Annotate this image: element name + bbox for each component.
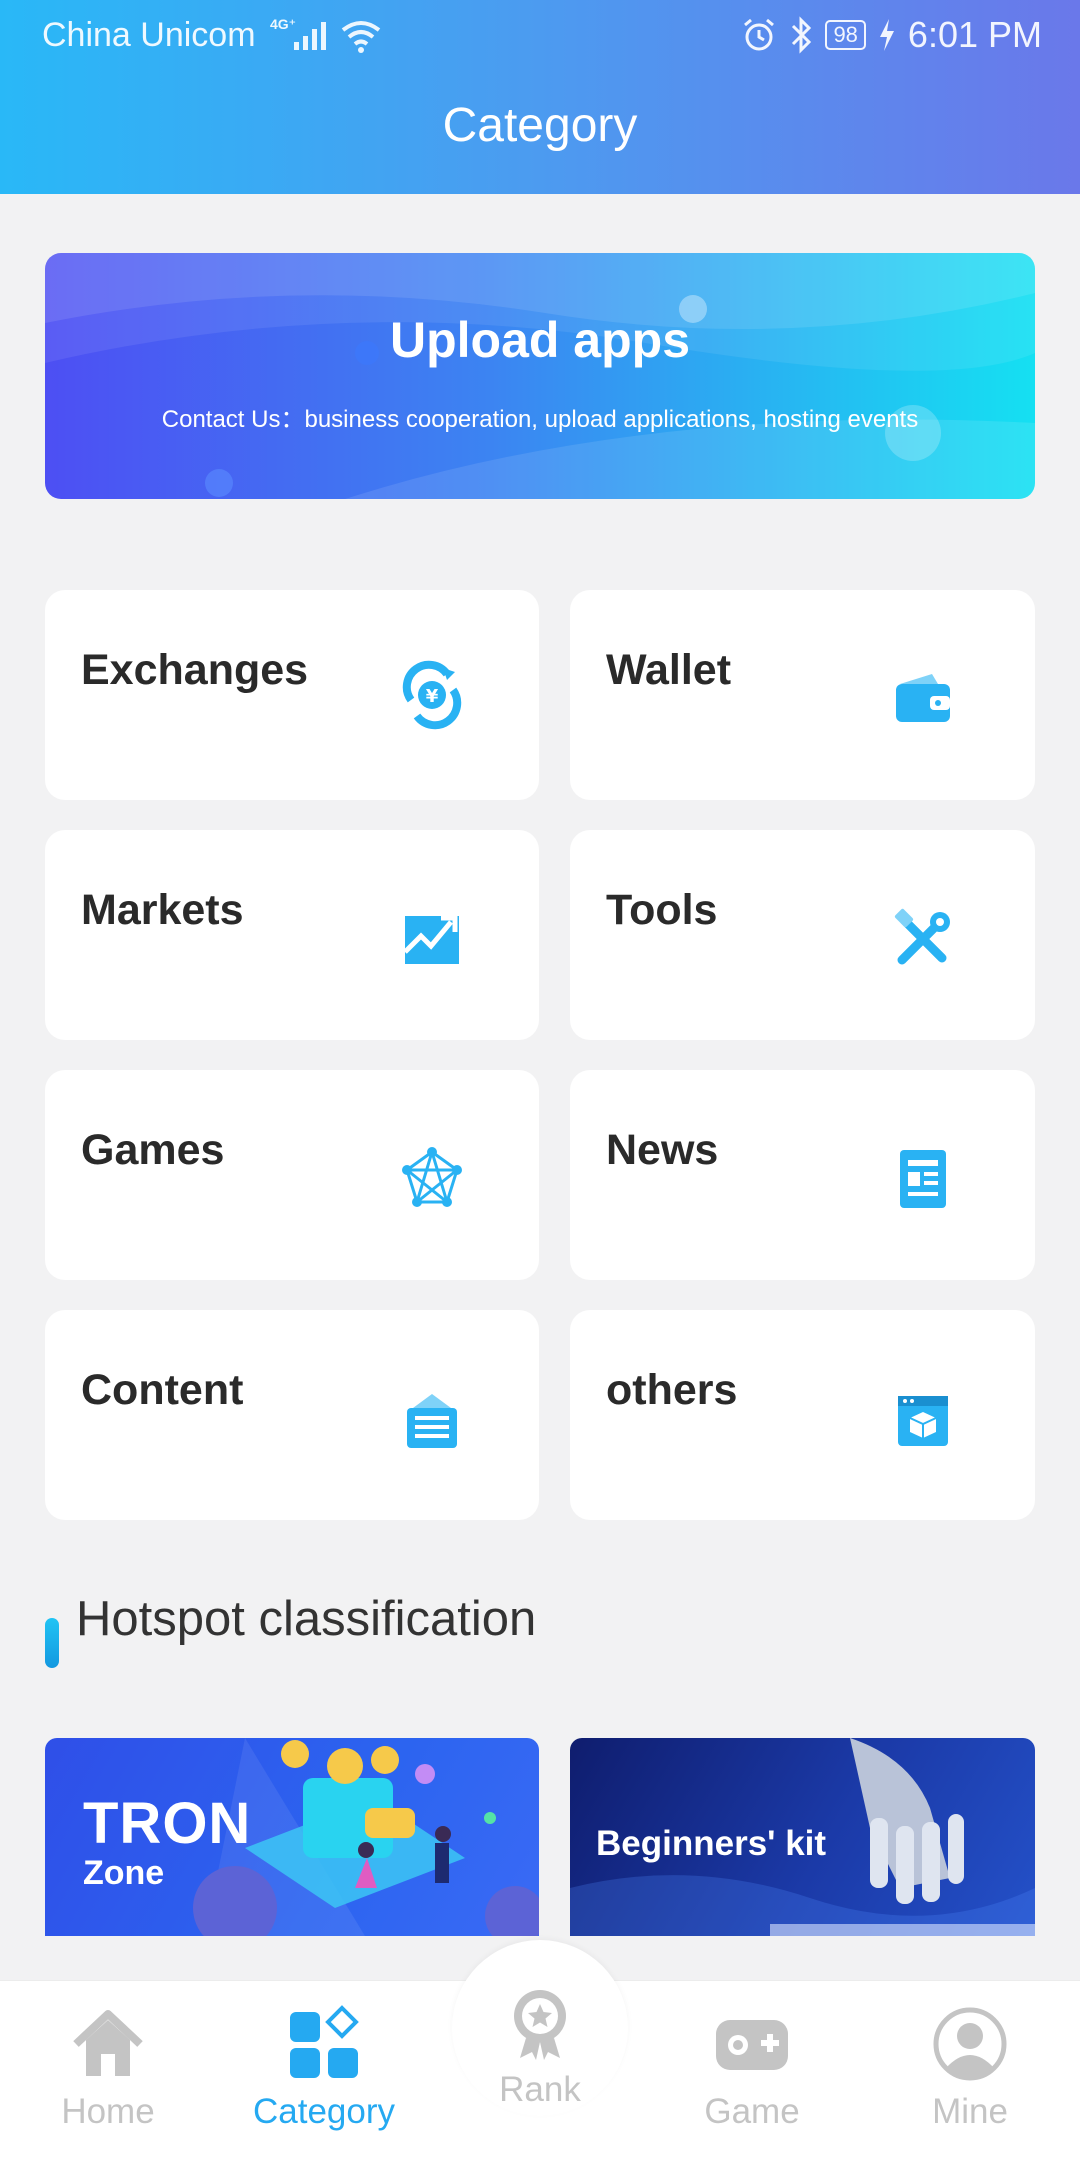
upload-apps-banner[interactable]: Upload apps Contact Us：business cooperat… bbox=[45, 253, 1035, 499]
home-icon bbox=[73, 2010, 143, 2076]
svg-text:¥: ¥ bbox=[426, 686, 439, 707]
market-chart-icon bbox=[403, 915, 459, 964]
nav-label: Category bbox=[252, 2092, 396, 2131]
category-label: Tools bbox=[606, 886, 718, 934]
promo-title: TRON bbox=[83, 1791, 252, 1856]
nav-home[interactable]: Home bbox=[18, 1980, 198, 2160]
banner-title: Upload apps bbox=[389, 312, 691, 368]
nav-label: Rank bbox=[499, 2070, 581, 2109]
category-label: Markets bbox=[81, 886, 244, 934]
section-accent-bar bbox=[45, 1618, 59, 1668]
nav-game[interactable]: Game bbox=[662, 1980, 842, 2160]
category-label: Content bbox=[81, 1366, 244, 1414]
category-card-others[interactable]: others bbox=[570, 1310, 1035, 1520]
page-title: Category bbox=[442, 99, 638, 152]
tron-zone-promo[interactable]: TRON Zone bbox=[45, 1738, 539, 1936]
category-card-wallet[interactable]: Wallet bbox=[570, 590, 1035, 800]
banner-subtitle: Contact Us：business cooperation, upload … bbox=[161, 406, 919, 433]
category-card-markets[interactable]: Markets bbox=[45, 830, 539, 1040]
status-right: 98 6:01 PM bbox=[741, 14, 1042, 56]
category-label: Wallet bbox=[606, 646, 732, 694]
charging-icon bbox=[879, 19, 894, 51]
wallet-icon bbox=[896, 674, 950, 722]
banner-decoration bbox=[45, 253, 1035, 499]
category-label: Games bbox=[81, 1126, 225, 1174]
wifi-icon bbox=[341, 21, 381, 53]
nav-label: Home bbox=[61, 2092, 155, 2131]
gamepad-icon bbox=[716, 2020, 788, 2070]
category-label: Exchanges bbox=[81, 646, 309, 694]
nav-label: Game bbox=[704, 2092, 800, 2131]
nav-mine[interactable]: Mine bbox=[880, 1980, 1060, 2160]
category-page: China Unicom 4G⁺ 98 6:01 PM Category Upl… bbox=[0, 0, 1080, 2160]
category-label: others bbox=[606, 1366, 738, 1414]
beginners-kit-promo[interactable]: Beginners' kit bbox=[570, 1738, 1035, 1936]
section-title: Hotspot classification bbox=[76, 1592, 537, 1646]
news-icon bbox=[900, 1150, 946, 1208]
network-games-icon bbox=[402, 1147, 462, 1207]
nav-label: Mine bbox=[932, 2092, 1008, 2131]
clock: 6:01 PM bbox=[907, 14, 1042, 55]
category-card-games[interactable]: Games bbox=[45, 1070, 539, 1280]
alarm-icon bbox=[744, 18, 775, 51]
category-card-tools[interactable]: Tools bbox=[570, 830, 1035, 1040]
status-bar: China Unicom 4G⁺ 98 6:01 PM bbox=[0, 0, 1080, 76]
nav-rank[interactable]: Rank bbox=[450, 1958, 630, 2138]
promo-subtitle: Zone bbox=[83, 1854, 165, 1892]
tools-icon bbox=[894, 908, 950, 965]
battery-level: 98 bbox=[825, 20, 866, 50]
user-icon bbox=[933, 2007, 1007, 2081]
carrier-name: China Unicom bbox=[42, 16, 256, 54]
content-list-icon bbox=[407, 1394, 457, 1448]
category-card-exchanges[interactable]: Exchanges ¥ bbox=[45, 590, 539, 800]
category-card-news[interactable]: News bbox=[570, 1070, 1035, 1280]
bluetooth-icon bbox=[792, 16, 812, 54]
app-header: China Unicom 4G⁺ 98 6:01 PM Category bbox=[0, 0, 1080, 194]
category-label: News bbox=[606, 1126, 719, 1174]
promo-title: Beginners' kit bbox=[596, 1824, 827, 1863]
others-box-icon bbox=[898, 1396, 948, 1446]
rank-medal-icon bbox=[514, 1990, 566, 2060]
exchange-yen-icon: ¥ bbox=[402, 660, 462, 730]
nav-category[interactable]: Category bbox=[234, 1980, 414, 2160]
category-card-content[interactable]: Content bbox=[45, 1310, 539, 1520]
signal-icon bbox=[294, 22, 326, 50]
category-icon bbox=[290, 2005, 359, 2078]
